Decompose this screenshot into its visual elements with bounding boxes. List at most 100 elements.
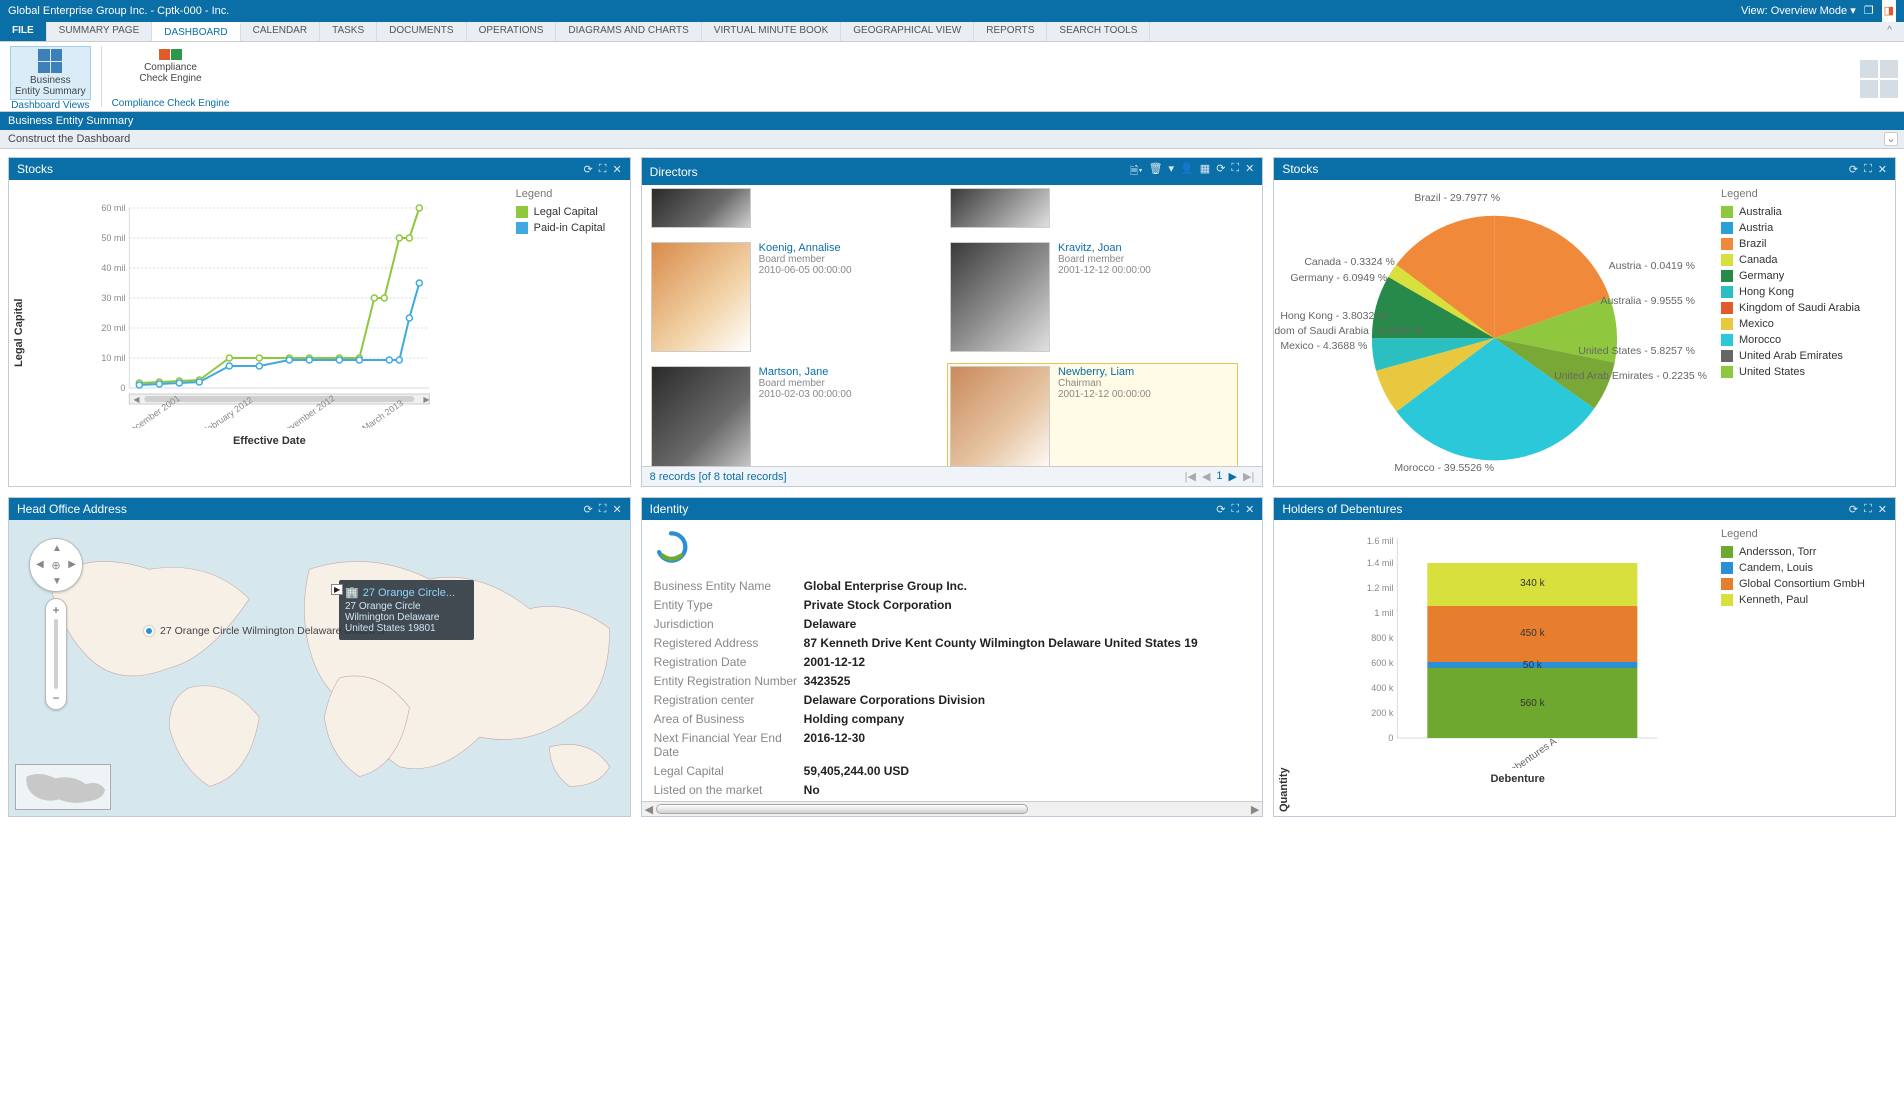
world-map[interactable]: ▲ ▼ ◀ ▶ ⊕ + − 27 Orange Circle Wilmingto…	[9, 520, 630, 816]
field-value: Holding company	[804, 712, 905, 726]
map-popup[interactable]: ▶ 🏢27 Orange Circle... 27 Orange Circle …	[339, 580, 474, 640]
menu-tabs: FILE SUMMARY PAGE DASHBOARD CALENDAR TAS…	[0, 22, 1904, 42]
scrollbar-thumb[interactable]	[656, 804, 1028, 814]
director-card[interactable]: Newberry, Liam Chairman 2001-12-12 00:00…	[947, 363, 1238, 466]
close-icon[interactable]: ✕	[1245, 503, 1254, 516]
tab-calendar[interactable]: CALENDAR	[241, 22, 320, 41]
refresh-icon[interactable]: ⟳	[1216, 162, 1225, 181]
legend-item-label: Mexico	[1739, 318, 1774, 330]
view-mode-dropdown[interactable]: View: Overview Mode ▾	[1741, 0, 1856, 22]
close-icon[interactable]: ✕	[612, 163, 621, 176]
add-icon[interactable]: 🗎▾	[1130, 162, 1143, 181]
directors-footer: 8 records [of 8 total records] |◀ ◀ 1 ▶ …	[642, 466, 1263, 486]
director-card[interactable]	[648, 185, 939, 231]
director-card[interactable]	[947, 185, 1238, 231]
directors-list[interactable]: Koenig, Annalise Board member 2010-06-05…	[642, 185, 1263, 466]
horizontal-scrollbar[interactable]: ◀ ▶	[642, 801, 1263, 816]
pager-page: 1	[1216, 470, 1222, 483]
detach-icon[interactable]: ⛶	[1231, 162, 1239, 181]
delete-icon[interactable]: 🗑	[1149, 162, 1163, 181]
legend: Legend Legal Capital Paid-in Capital	[510, 180, 630, 486]
pan-left-icon[interactable]: ◀	[36, 559, 44, 570]
director-card[interactable]: Koenig, Annalise Board member 2010-06-05…	[648, 239, 939, 355]
refresh-icon[interactable]: ⟳	[1216, 503, 1225, 516]
tab-tasks[interactable]: TASKS	[320, 22, 377, 41]
pager-prev-icon[interactable]: ◀	[1202, 470, 1210, 483]
map-pan-control[interactable]: ▲ ▼ ◀ ▶ ⊕	[29, 538, 83, 592]
tab-virtual-minute-book[interactable]: VIRTUAL MINUTE BOOK	[702, 22, 841, 41]
legend-item-label: Brazil	[1739, 238, 1767, 250]
minimap[interactable]	[15, 764, 111, 810]
tab-reports[interactable]: REPORTS	[974, 22, 1047, 41]
legend-item-label: Global Consortium GmbH	[1739, 578, 1865, 590]
avatar	[950, 188, 1050, 228]
pager-first-icon[interactable]: |◀	[1185, 470, 1196, 483]
tab-documents[interactable]: DOCUMENTS	[377, 22, 466, 41]
ribbon: Business Entity Summary Dashboard Views …	[0, 42, 1904, 112]
compliance-check-engine-button[interactable]: Compliance Check Engine	[134, 46, 206, 87]
tab-file[interactable]: FILE	[0, 22, 47, 41]
pan-up-icon[interactable]: ▲	[52, 543, 62, 554]
detach-icon[interactable]: ⛶	[599, 503, 607, 516]
refresh-icon[interactable]: ⟳	[1849, 503, 1858, 516]
popup-expand-icon[interactable]: ▶	[331, 584, 343, 595]
detach-icon[interactable]: ⛶	[1864, 163, 1872, 176]
identity-row: JurisdictionDelaware	[654, 617, 1251, 631]
field-value: 87 Kenneth Drive Kent County Wilmington …	[804, 636, 1198, 650]
tab-search-tools[interactable]: SEARCH TOOLS	[1047, 22, 1150, 41]
construct-label: Construct the Dashboard	[8, 133, 130, 145]
list-icon[interactable]: ▦	[1200, 162, 1210, 181]
legend: Legend Australia Austria Brazil Canada G…	[1715, 180, 1895, 486]
svg-text:30 mil: 30 mil	[101, 293, 125, 303]
titlebar: Global Enterprise Group Inc. - Cptk-000 …	[0, 0, 1904, 22]
company-logo-icon	[654, 530, 688, 564]
map-zoom-control[interactable]: + −	[45, 598, 67, 710]
detach-icon[interactable]: ⛶	[1864, 503, 1872, 516]
waffle-icon[interactable]	[1860, 60, 1898, 98]
refresh-icon[interactable]: ⟳	[584, 503, 593, 516]
panel-title: Holders of Debentures	[1282, 502, 1402, 516]
pager-next-icon[interactable]: ▶	[1229, 470, 1237, 483]
sort-icon[interactable]: ▾	[1169, 162, 1175, 181]
tab-diagrams-and-charts[interactable]: DIAGRAMS AND CHARTS	[556, 22, 701, 41]
director-card[interactable]: Martson, Jane Board member 2010-02-03 00…	[648, 363, 939, 466]
tab-geographical-view[interactable]: GEOGRAPHICAL VIEW	[841, 22, 974, 41]
director-card[interactable]: Kravitz, Joan Board member 2001-12-12 00…	[947, 239, 1238, 355]
chevron-down-icon[interactable]: ⌄	[1884, 132, 1898, 146]
svg-text:200 k: 200 k	[1372, 708, 1395, 718]
director-date: 2010-06-05 00:00:00	[759, 265, 852, 276]
pie-label: Morocco - 39.5526 %	[1394, 462, 1494, 474]
zoom-out-icon[interactable]: −	[52, 691, 59, 705]
refresh-icon[interactable]: ⟳	[1849, 163, 1858, 176]
identity-row: Legal Capital59,405,244.00 USD	[654, 764, 1251, 778]
pan-down-icon[interactable]: ▼	[52, 576, 62, 587]
close-icon[interactable]: ✕	[612, 503, 621, 516]
avatar	[950, 242, 1050, 352]
zoom-slider[interactable]	[54, 619, 58, 689]
pager-last-icon[interactable]: ▶|	[1243, 470, 1254, 483]
person-icon[interactable]: 👤	[1180, 162, 1194, 181]
detach-icon[interactable]: ⛶	[599, 163, 607, 176]
svg-text:1 mil: 1 mil	[1375, 608, 1394, 618]
close-icon[interactable]: ✕	[1878, 163, 1887, 176]
close-icon[interactable]: ✕	[1878, 503, 1887, 516]
close-icon[interactable]: ✕	[1245, 162, 1254, 181]
detach-icon[interactable]: ⛶	[1231, 503, 1239, 516]
pan-home-icon[interactable]: ⊕	[51, 559, 60, 572]
tab-summary-page[interactable]: SUMMARY PAGE	[47, 22, 153, 41]
business-entity-summary-button[interactable]: Business Entity Summary	[10, 46, 91, 100]
panel-title: Directors	[650, 165, 698, 179]
pie-label: Mexico - 4.3688 %	[1280, 340, 1367, 352]
director-role: Board member	[759, 378, 852, 389]
window-maximize-icon[interactable]: ◨	[1882, 0, 1896, 22]
tab-operations[interactable]: OPERATIONS	[467, 22, 557, 41]
field-label: Entity Registration Number	[654, 674, 804, 688]
svg-text:20 mil: 20 mil	[101, 323, 125, 333]
zoom-in-icon[interactable]: +	[52, 603, 59, 617]
ribbon-collapse-icon[interactable]: ^	[1875, 22, 1904, 41]
refresh-icon[interactable]: ⟳	[584, 163, 593, 176]
tab-dashboard[interactable]: DASHBOARD	[152, 22, 240, 41]
window-restore-icon[interactable]: ❐	[1864, 0, 1874, 22]
svg-text:340 k: 340 k	[1520, 578, 1545, 589]
pan-right-icon[interactable]: ▶	[68, 559, 76, 570]
